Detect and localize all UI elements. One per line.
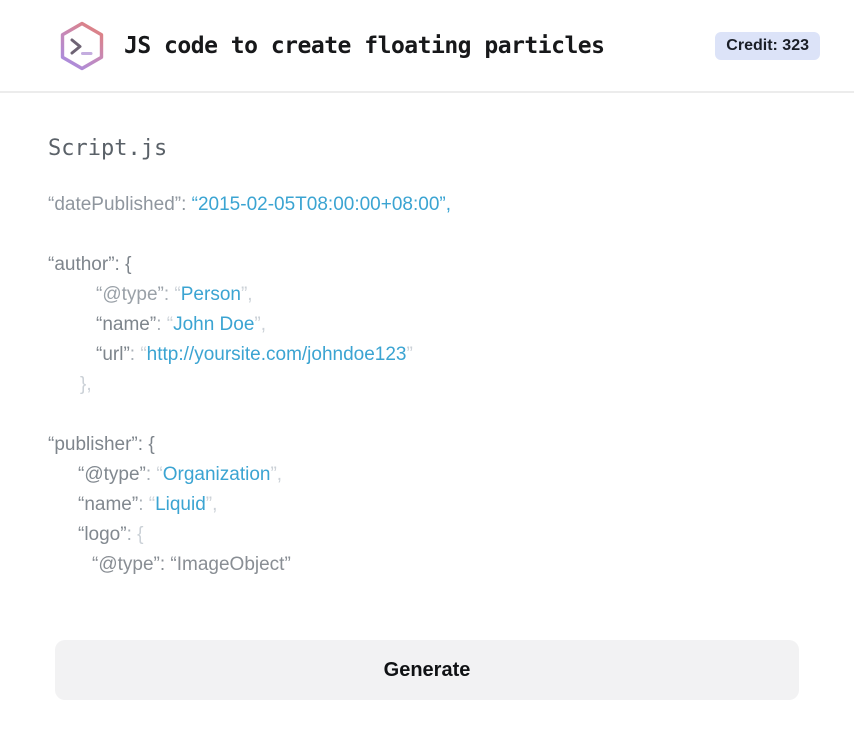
json-key: “author”: {: [48, 254, 132, 275]
code-line-publisher-type: “@type”: “Organization”,: [48, 460, 806, 490]
code-line-logo-open: “logo”: {: [48, 520, 806, 550]
file-title: Script.js: [48, 136, 168, 161]
json-quote: ”,: [240, 284, 253, 305]
json-brace: {: [137, 524, 144, 545]
json-colon: :: [181, 194, 192, 215]
code-block: “datePublished”: “2015-02-05T08:00:00+08…: [48, 190, 806, 580]
code-line-author-name: “name”: “John Doe”,: [48, 310, 806, 340]
json-key: “@type”: [96, 284, 164, 305]
json-brace: },: [80, 374, 92, 395]
json-colon: :: [129, 344, 141, 365]
code-line-publisher-open: “publisher”: {: [48, 430, 806, 460]
code-line-author-open: “author”: {: [48, 250, 806, 280]
json-key: “@type”: [78, 464, 146, 485]
json-value: Liquid: [155, 494, 206, 515]
json-key: “datePublished”: [48, 194, 182, 215]
json-key: “name”: [78, 494, 139, 515]
header: JS code to create floating particles Cre…: [0, 0, 854, 93]
code-line-author-url: “url”: “http://yoursite.com/johndoe123”: [48, 340, 806, 370]
json-key: “name”: [96, 314, 157, 335]
code-line-author-close: },: [48, 370, 806, 400]
json-value: http://yoursite.com/johndoe123: [146, 344, 407, 365]
code-line-publisher-name: “name”: “Liquid”,: [48, 490, 806, 520]
json-colon: :: [138, 494, 149, 515]
credit-badge: Credit: 323: [715, 31, 820, 60]
code-line-date-published: “datePublished”: “2015-02-05T08:00:00+08…: [48, 190, 806, 220]
code-line-author-type: “@type”: “Person”,: [48, 280, 806, 310]
generate-button[interactable]: Generate: [55, 640, 799, 700]
json-quote: ”,: [270, 464, 283, 485]
terminal-hexagon-icon: [56, 20, 108, 72]
json-value: John Doe: [173, 314, 255, 335]
json-raw-text: “@type”: “ImageObject”: [92, 554, 291, 575]
json-key: “logo”: [78, 524, 127, 545]
json-quote: ”,: [205, 494, 218, 515]
json-colon: :: [126, 524, 138, 545]
code-line-logo-type: “@type”: “ImageObject”: [48, 550, 806, 580]
json-value: Person: [180, 284, 241, 305]
json-colon: :: [145, 464, 157, 485]
json-quote: ”,: [254, 314, 267, 335]
json-key: “publisher”: {: [48, 434, 155, 455]
json-value: “2015-02-05T08:00:00+08:00”,: [191, 194, 451, 215]
json-key: “url”: [96, 344, 130, 365]
action-area: Generate: [48, 580, 806, 700]
page-title: JS code to create floating particles: [124, 32, 605, 59]
json-value: Organization: [162, 464, 271, 485]
json-quote: ”: [406, 344, 413, 365]
json-colon: :: [156, 314, 167, 335]
main-content: Script.js “datePublished”: “2015-02-05T0…: [0, 93, 854, 700]
json-colon: :: [163, 284, 175, 305]
